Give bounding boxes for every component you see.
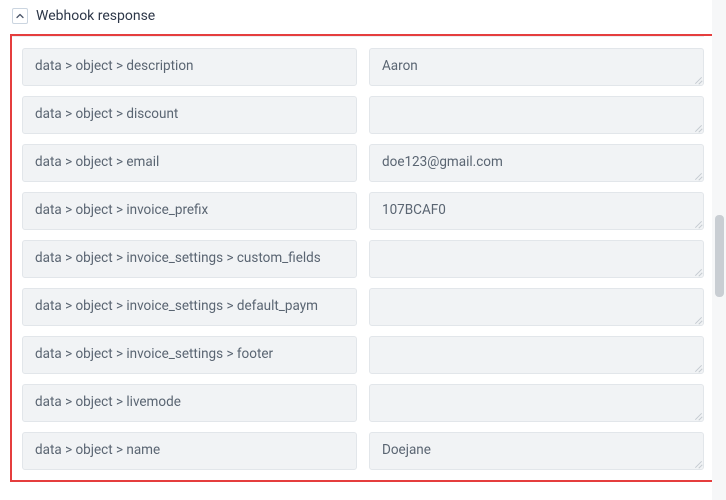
resize-grip-icon: [692, 74, 702, 84]
resize-grip-icon: [692, 314, 702, 324]
field-value-input[interactable]: [369, 288, 704, 326]
field-row: data > object > description Aaron: [22, 48, 704, 86]
field-row: data > object > email doe123@gmail.com: [22, 144, 704, 182]
resize-grip-icon: [692, 410, 702, 420]
field-path-input[interactable]: data > object > invoice_prefix: [22, 192, 357, 230]
field-path-input[interactable]: data > object > name: [22, 432, 357, 470]
field-value-text: Aaron: [382, 58, 418, 76]
field-path-input[interactable]: data > object > invoice_settings > custo…: [22, 240, 357, 278]
field-path-input[interactable]: data > object > discount: [22, 96, 357, 134]
section-header: Webhook response: [0, 0, 726, 34]
field-value-text: 107BCAF0: [382, 202, 446, 220]
field-row: data > object > invoice_settings > foote…: [22, 336, 704, 374]
fields-panel: data > object > description Aaron data >…: [12, 36, 714, 480]
field-value-text: Doejane: [382, 442, 431, 460]
resize-grip-icon: [692, 122, 702, 132]
field-path-input[interactable]: data > object > livemode: [22, 384, 357, 422]
highlighted-frame: data > object > description Aaron data >…: [10, 34, 716, 482]
field-row: data > object > livemode: [22, 384, 704, 422]
scrollbar-thumb[interactable]: [715, 215, 724, 297]
resize-grip-icon: [692, 266, 702, 276]
field-value-input[interactable]: [369, 240, 704, 278]
field-value-text: doe123@gmail.com: [382, 154, 503, 172]
field-row: data > object > invoice_prefix 107BCAF0: [22, 192, 704, 230]
collapse-toggle[interactable]: [12, 8, 28, 24]
resize-grip-icon: [692, 170, 702, 180]
field-value-input[interactable]: 107BCAF0: [369, 192, 704, 230]
field-row: data > object > invoice_settings > defau…: [22, 288, 704, 326]
field-value-input[interactable]: doe123@gmail.com: [369, 144, 704, 182]
field-row: data > object > discount: [22, 96, 704, 134]
field-path-input[interactable]: data > object > email: [22, 144, 357, 182]
field-value-input[interactable]: Aaron: [369, 48, 704, 86]
field-value-input[interactable]: Doejane: [369, 432, 704, 470]
resize-grip-icon: [692, 218, 702, 228]
chevron-up-icon: [16, 13, 24, 19]
field-value-input[interactable]: [369, 384, 704, 422]
field-row: data > object > name Doejane: [22, 432, 704, 470]
field-value-input[interactable]: [369, 96, 704, 134]
field-path-input[interactable]: data > object > invoice_settings > defau…: [22, 288, 357, 326]
section-title: Webhook response: [36, 8, 155, 24]
resize-grip-icon: [692, 458, 702, 468]
page-scrollbar[interactable]: [712, 0, 726, 500]
field-path-input[interactable]: data > object > invoice_settings > foote…: [22, 336, 357, 374]
field-value-input[interactable]: [369, 336, 704, 374]
field-path-input[interactable]: data > object > description: [22, 48, 357, 86]
field-row: data > object > invoice_settings > custo…: [22, 240, 704, 278]
resize-grip-icon: [692, 362, 702, 372]
